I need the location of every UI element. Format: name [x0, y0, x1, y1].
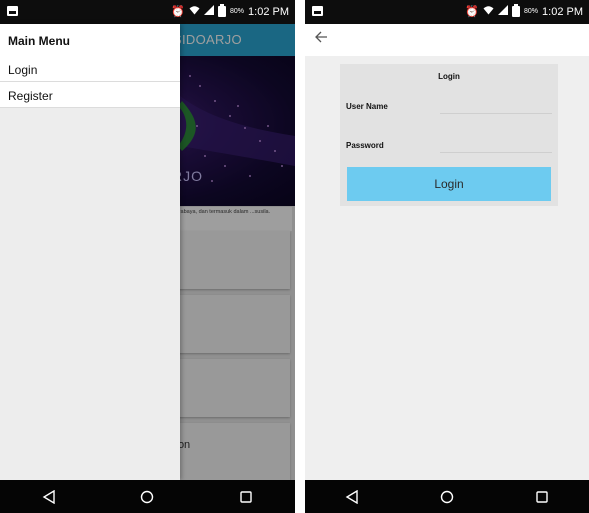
- status-indicators: ⏰ 80% 1:02 PM: [465, 4, 583, 18]
- wifi-icon: [189, 5, 200, 18]
- recents-square-icon: [240, 490, 252, 503]
- nav-back-button[interactable]: [332, 483, 372, 511]
- battery-percent: 80%: [230, 8, 245, 15]
- password-input[interactable]: [440, 141, 552, 153]
- arrow-left-icon: [315, 31, 327, 43]
- status-indicators: ⏰ 80% 1:02 PM: [171, 4, 289, 18]
- signal-icon: [498, 5, 509, 18]
- status-time: 1:02 PM: [248, 5, 289, 18]
- wifi-icon: [483, 5, 494, 18]
- status-bar: ⏰ 80% 1:02 PM: [305, 0, 589, 24]
- nav-recents-button[interactable]: [522, 483, 562, 511]
- right-phone-screen: ⏰ 80% 1:02 PM Login User Name Password L…: [305, 0, 589, 513]
- nav-recents-button[interactable]: [226, 483, 266, 511]
- username-input[interactable]: [440, 102, 552, 114]
- drawer-header: Main Menu: [0, 24, 180, 56]
- left-phone-screen: ⏰ 80% 1:02 PM SIDOARJO RJO Surabaya, dan…: [0, 0, 295, 513]
- nav-home-button[interactable]: [127, 483, 167, 511]
- back-triangle-icon: [42, 489, 55, 504]
- username-label: User Name: [346, 102, 388, 111]
- status-bar: ⏰ 80% 1:02 PM: [0, 0, 295, 24]
- nav-back-button[interactable]: [29, 483, 69, 511]
- signal-icon: [204, 5, 215, 18]
- drawer-item-register[interactable]: Register: [0, 82, 180, 108]
- system-nav-bar: [0, 480, 295, 513]
- nav-home-button[interactable]: [427, 483, 467, 511]
- login-button[interactable]: Login: [347, 167, 551, 201]
- login-title: Login: [438, 72, 460, 81]
- battery-icon: [218, 4, 227, 17]
- status-time: 1:02 PM: [542, 5, 583, 18]
- back-triangle-icon: [345, 489, 359, 504]
- recents-square-icon: [535, 490, 548, 503]
- back-arrow-button[interactable]: [311, 30, 331, 50]
- password-label: Password: [346, 141, 384, 150]
- login-toolbar: [305, 24, 589, 56]
- login-form-card: Login User Name Password Login: [340, 64, 558, 206]
- alarm-icon: ⏰: [171, 5, 186, 18]
- navigation-drawer: Main Menu Login Register: [0, 24, 180, 480]
- system-nav-bar: [305, 480, 589, 513]
- drawer-item-login[interactable]: Login: [0, 56, 180, 82]
- battery-icon: [512, 4, 521, 17]
- battery-percent: 80%: [524, 8, 539, 15]
- login-screen-body: Login User Name Password Login: [305, 56, 589, 480]
- image-notification-icon: [312, 6, 323, 16]
- home-circle-icon: [141, 490, 154, 503]
- image-notification-icon: [7, 6, 18, 16]
- home-circle-icon: [440, 490, 454, 503]
- alarm-icon: ⏰: [465, 5, 480, 18]
